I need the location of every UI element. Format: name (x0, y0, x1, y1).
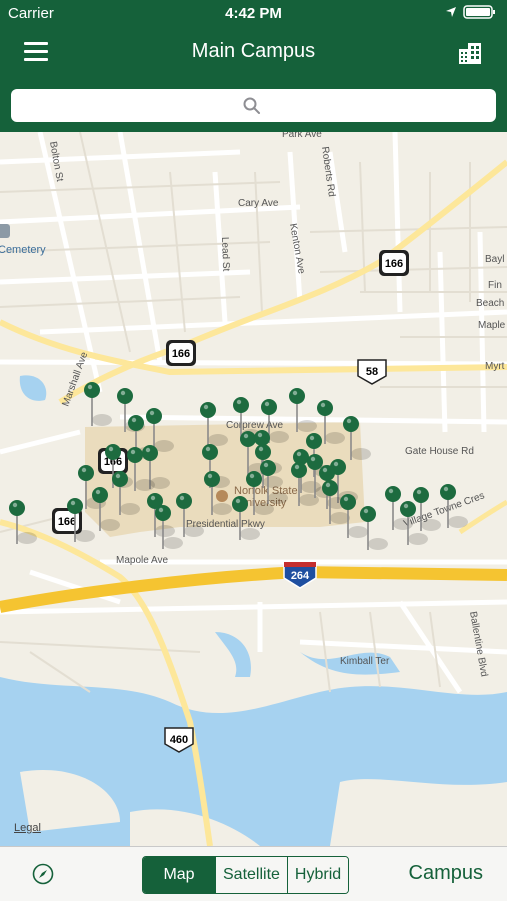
street-label: Fin (488, 280, 502, 291)
street-label: Corprew Ave (226, 420, 284, 431)
segment-satellite[interactable]: Satellite (215, 857, 287, 893)
poi-label: Norfolk State (234, 485, 298, 497)
highway-shield: 166 (166, 340, 196, 366)
building-icon[interactable] (457, 40, 483, 66)
street-label: Bayl (485, 254, 504, 265)
street-label: Kimball Ter (340, 656, 390, 667)
street-label: Park Ave (282, 132, 322, 140)
svg-text:58: 58 (366, 366, 378, 378)
street-label: Myrt (485, 361, 505, 372)
page-title: Main Campus (191, 40, 316, 62)
legal-link[interactable]: Legal (14, 822, 41, 834)
search-bar-container (0, 80, 507, 132)
clock: 4:42 PM (225, 5, 282, 22)
status-icons (445, 4, 499, 20)
svg-text:460: 460 (170, 734, 188, 746)
cemetery-label: Cemetery (0, 244, 46, 256)
compass-icon[interactable] (32, 863, 54, 885)
search-input[interactable] (11, 89, 496, 122)
segment-hybrid[interactable]: Hybrid (286, 857, 349, 893)
segment-map[interactable]: Map (143, 857, 215, 893)
svg-text:166: 166 (385, 258, 403, 270)
status-bar: Carrier 4:42 PM (0, 0, 507, 28)
battery-icon (463, 5, 495, 19)
campus-button[interactable]: Campus (409, 862, 483, 885)
highway-shield: 166 (379, 250, 409, 276)
search-icon (243, 97, 260, 114)
navigation-bar: Main Campus (0, 28, 507, 80)
street-label: Lead St (219, 237, 231, 272)
street-label: Cary Ave (238, 198, 279, 209)
campus-map[interactable]: Bolton St Marshall Ave Lead St Kenton Av… (0, 132, 507, 846)
svg-text:264: 264 (291, 570, 310, 582)
street-label: Beach (476, 298, 504, 309)
map-type-segmented-control: Map Satellite Hybrid (142, 856, 350, 894)
bottom-toolbar: Map Satellite Hybrid Campus (0, 846, 507, 901)
location-arrow-icon (446, 7, 456, 17)
svg-text:166: 166 (172, 348, 190, 360)
svg-text:166: 166 (58, 516, 76, 528)
street-label: Gate House Rd (405, 446, 474, 457)
street-label: Mapole Ave (116, 555, 169, 566)
street-label: Maple (478, 320, 506, 331)
